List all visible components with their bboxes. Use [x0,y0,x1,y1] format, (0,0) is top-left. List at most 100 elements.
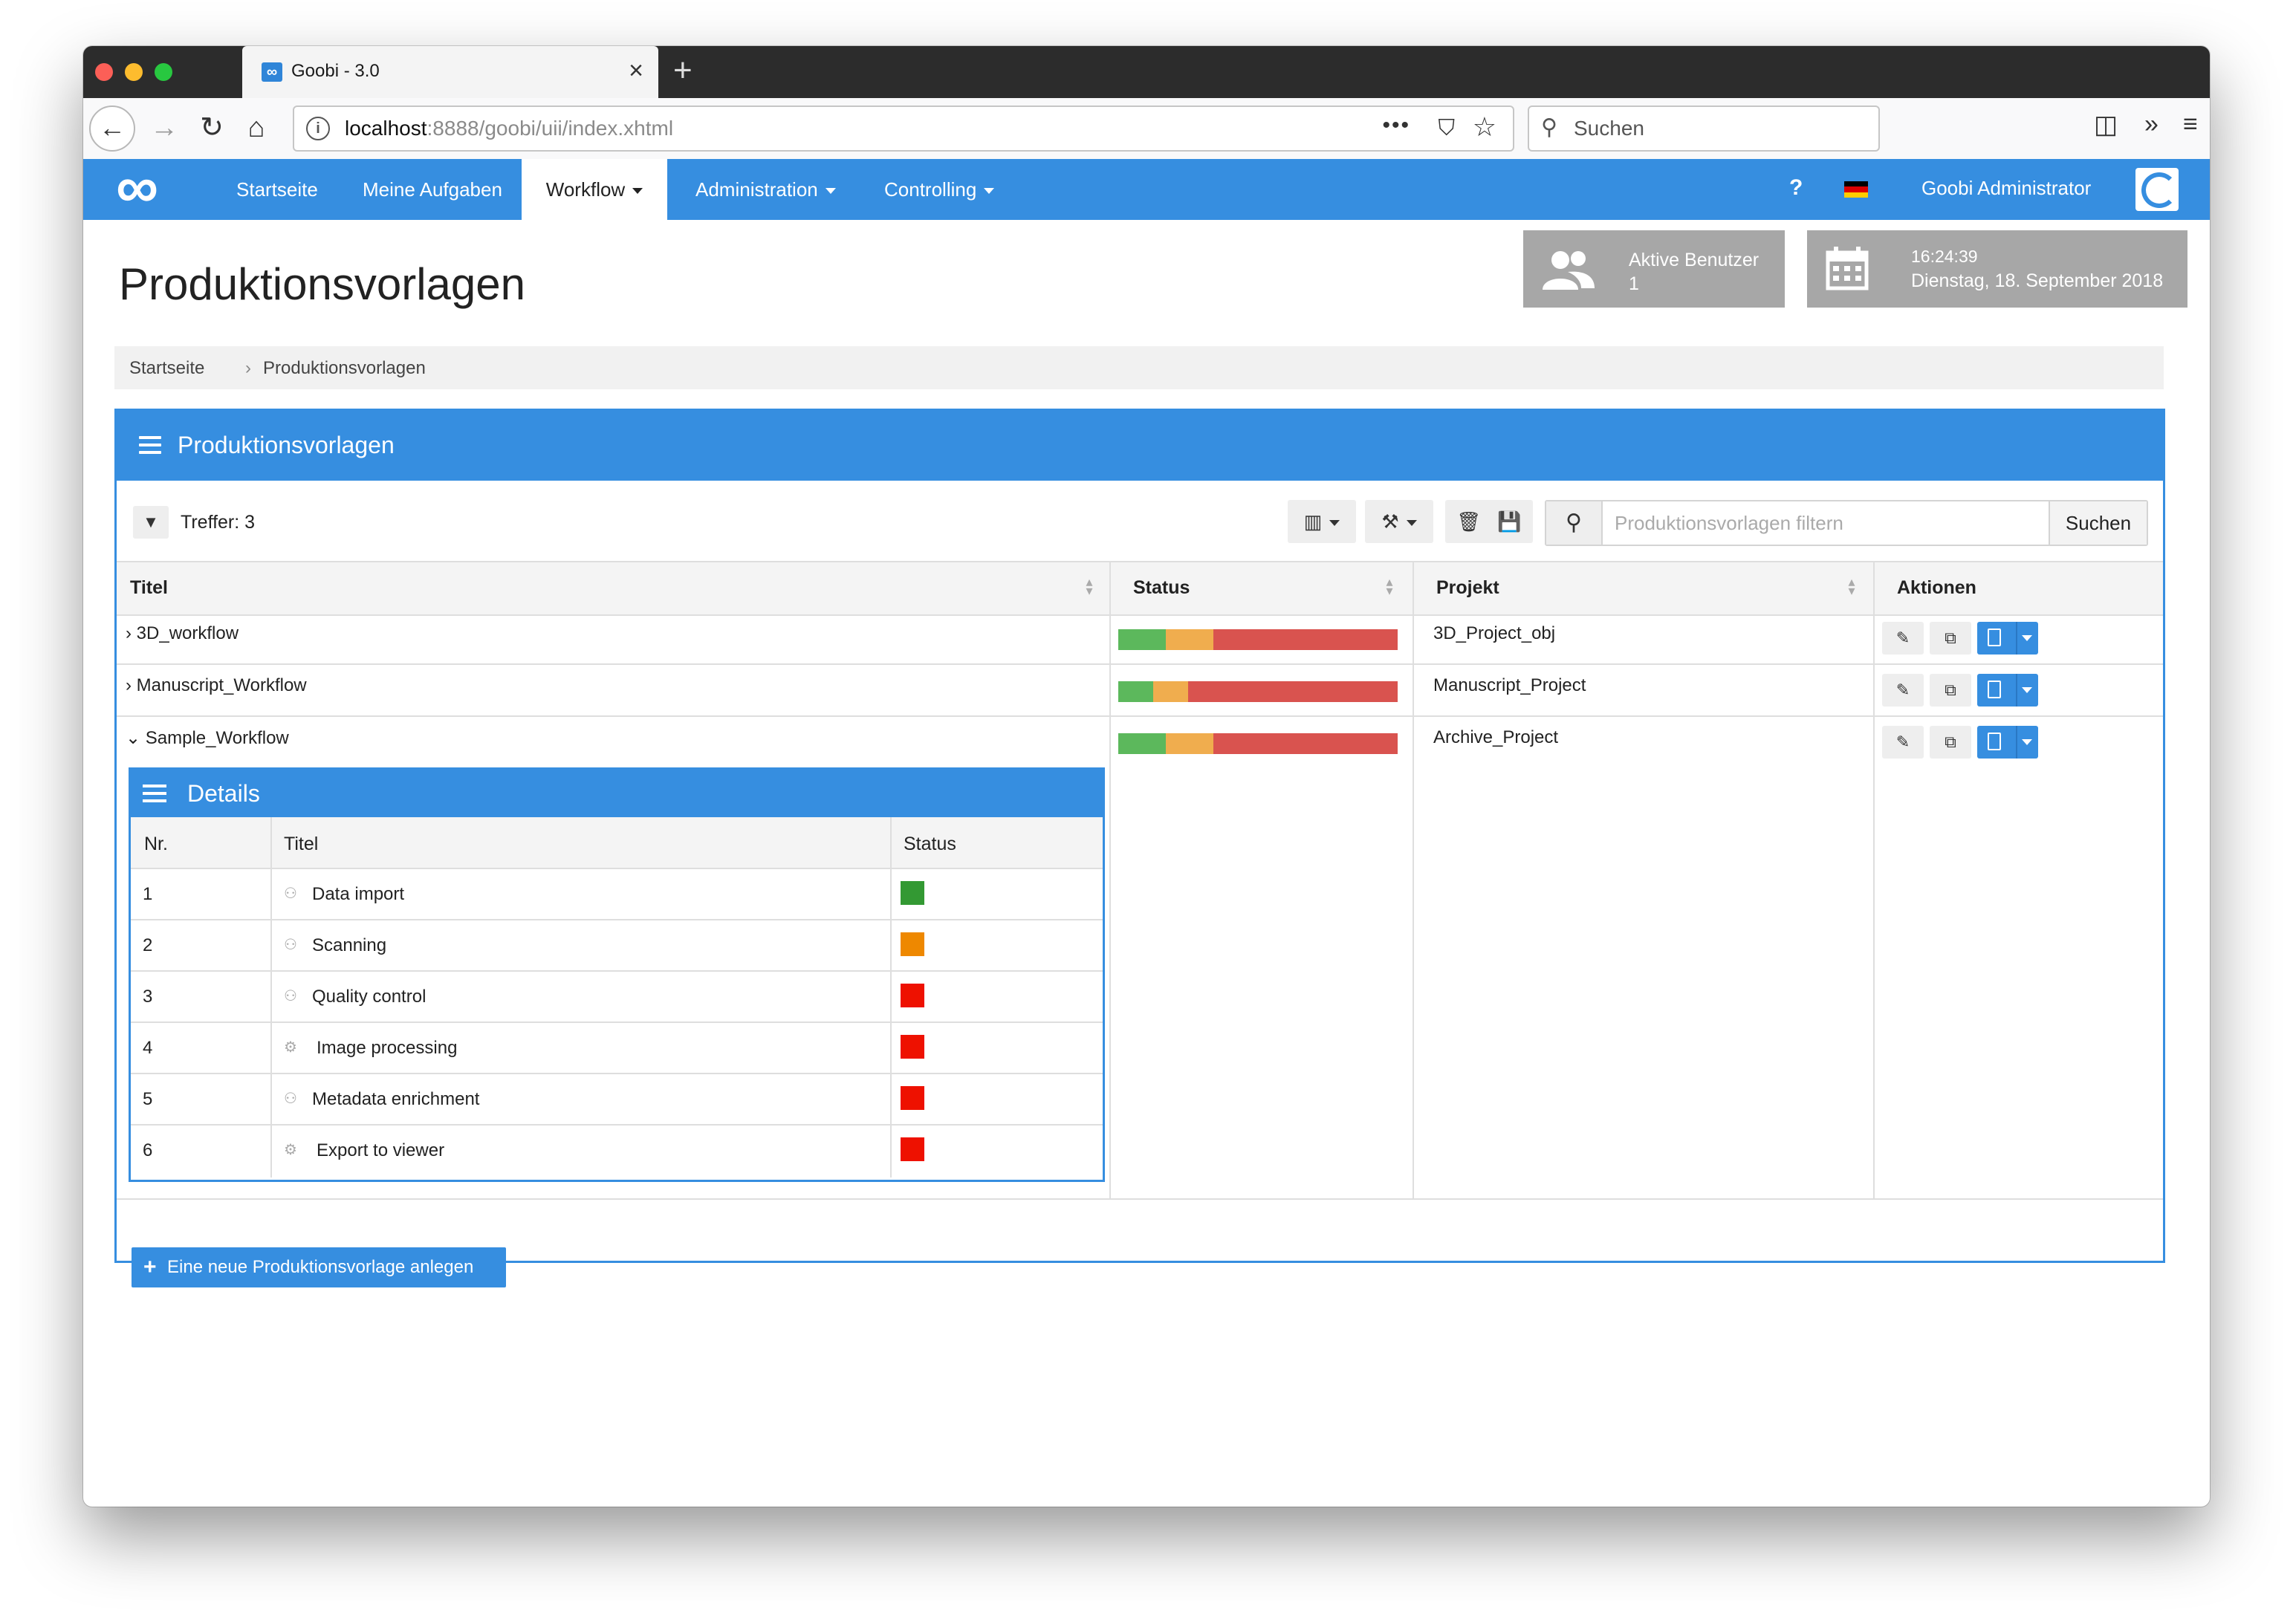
active-users-count: 1 [1629,273,1639,294]
home-icon[interactable]: ⌂ [238,107,275,149]
table-row-project: 3D_Project_obj [1433,623,1556,643]
clock-time: 16:24:39 [1911,247,1978,266]
breadcrumb-startseite[interactable]: Startseite [129,358,204,379]
back-icon[interactable]: ← [89,105,135,152]
status-progress-bar [1118,733,1398,754]
german-flag-icon[interactable] [1844,181,1868,198]
export-buttons: 🗑 💾 [1445,500,1533,543]
new-template-button[interactable]: + Eine neue Produktionsvorlage anlegen [132,1247,506,1287]
url-bar[interactable]: i localhost:8888/goobi/uii/index.xhtml •… [293,105,1514,152]
search-button[interactable]: Suchen [2049,501,2147,545]
overflow-icon[interactable]: » [2144,110,2159,139]
chevron-down-icon[interactable] [2022,687,2032,693]
edit-icon[interactable]: ✎ [1882,622,1924,655]
table-row-title[interactable]: › 3D_workflow [126,623,239,644]
browser-tab[interactable]: ∞ Goobi - 3.0 × [242,46,658,98]
step-title: Metadata enrichment [312,1089,480,1109]
search-placeholder: Suchen [1574,117,1644,140]
table-row-project: Archive_Project [1433,727,1559,747]
copy-icon[interactable]: ⧉ [1930,674,1971,707]
file-icon [1988,733,2001,750]
nav-administration[interactable]: Administration [675,159,857,220]
bookmark-star-icon[interactable]: ☆ [1473,111,1496,143]
sort-icon[interactable]: ▴ ▾ [1846,575,1857,597]
filter-input[interactable]: Produktionsvorlagen filtern [1615,512,1843,535]
help-icon[interactable]: ? [1789,175,1803,201]
page-actions-icon[interactable]: ••• [1382,113,1410,138]
chevron-down-icon [1406,520,1417,527]
new-tab-icon[interactable]: + [673,52,693,89]
tab-close-icon[interactable]: × [629,56,643,85]
nav-workflow[interactable]: Workflow [522,159,667,220]
reload-icon[interactable]: ↻ [193,107,230,149]
save-icon[interactable]: 💾 [1497,510,1521,533]
step-status-square [901,881,924,905]
new-process-button[interactable] [1977,726,2038,759]
tools-button[interactable]: ⚒ [1365,500,1433,543]
browser-toolbar: ← → ↻ ⌂ i localhost:8888/goobi/uii/index… [83,98,2210,160]
forward-icon[interactable]: → [146,107,183,149]
file-icon [1988,629,2001,646]
list-icon [139,436,161,454]
file-icon [1988,681,2001,698]
edit-icon[interactable]: ✎ [1882,674,1924,707]
table-row-title[interactable]: ⌄ Sample_Workflow [126,727,289,749]
sort-icon[interactable]: ▴ ▾ [1384,575,1395,597]
chevron-down-icon [632,188,643,195]
details-table-header: Nr. Titel Status [131,817,1103,869]
status-segment-locked [1213,733,1398,754]
nav-startseite[interactable]: Startseite [215,159,339,220]
menu-icon[interactable]: ≡ [2183,110,2198,139]
filter-search: ⚲ Produktionsvorlagen filtern Suchen [1545,500,2148,546]
gears-icon: ⚙ [284,1039,297,1056]
list-icon [143,785,166,802]
sidebar-icon[interactable]: ◫ [2094,110,2118,140]
chevron-down-icon [825,188,836,195]
step-number: 5 [143,1089,153,1109]
col-step-status: Status [904,834,956,854]
current-date: Dienstag, 18. September 2018 [1911,270,2164,291]
tab-title: Goobi - 3.0 [291,61,380,81]
chevron-down-icon[interactable] [2022,635,2032,641]
details-header: Details [131,770,1103,817]
copy-icon[interactable]: ⧉ [1930,622,1971,655]
minimize-window-button[interactable] [125,63,143,81]
step-status-square [901,984,924,1007]
step-number: 3 [143,987,153,1007]
step-number: 6 [143,1140,153,1160]
chevron-down-icon [984,188,995,195]
user-name[interactable]: Goobi Administrator [1921,177,2091,200]
zoom-window-button[interactable] [155,63,172,81]
trash-icon[interactable]: 🗑 [1456,510,1481,533]
info-icon[interactable]: i [306,117,330,140]
users-icon [1543,251,1595,290]
chevron-down-icon[interactable]: ⌄ [126,728,140,748]
url-text: localhost:8888/goobi/uii/index.xhtml [345,117,674,140]
table-row-title[interactable]: › Manuscript_Workflow [126,675,307,696]
user-icon: ⚇ [284,937,297,953]
browser-search-input[interactable]: ⚲ Suchen [1528,105,1880,152]
column-toggle-button[interactable]: ▥ [1288,500,1356,543]
user-icon: ⚇ [284,1091,297,1107]
new-process-button[interactable] [1977,674,2038,707]
col-titel[interactable]: Titel [130,577,168,599]
chevron-down-icon[interactable] [2022,739,2032,745]
step-title: Image processing [317,1038,458,1058]
filter-icon[interactable]: ▼ [133,506,169,539]
edit-icon[interactable]: ✎ [1882,726,1924,759]
new-process-button[interactable] [1977,622,2038,655]
goobi-logo[interactable]: ∞ [116,157,184,217]
avatar[interactable] [2135,168,2179,211]
nav-controlling[interactable]: Controlling [863,159,1015,220]
chevron-right-icon[interactable]: › [126,623,132,643]
pocket-icon[interactable]: ⛉ [1439,116,1456,141]
sort-icon[interactable]: ▴ ▾ [1084,575,1094,597]
nav-meine-aufgaben[interactable]: Meine Aufgaben [342,159,523,220]
copy-icon[interactable]: ⧉ [1930,726,1971,759]
close-window-button[interactable] [95,63,113,81]
col-status[interactable]: Status [1133,577,1190,599]
chevron-right-icon[interactable]: › [126,675,132,695]
col-projekt[interactable]: Projekt [1436,577,1499,599]
nav-controlling-label: Controlling [884,178,977,201]
step-status-square [901,1035,924,1059]
